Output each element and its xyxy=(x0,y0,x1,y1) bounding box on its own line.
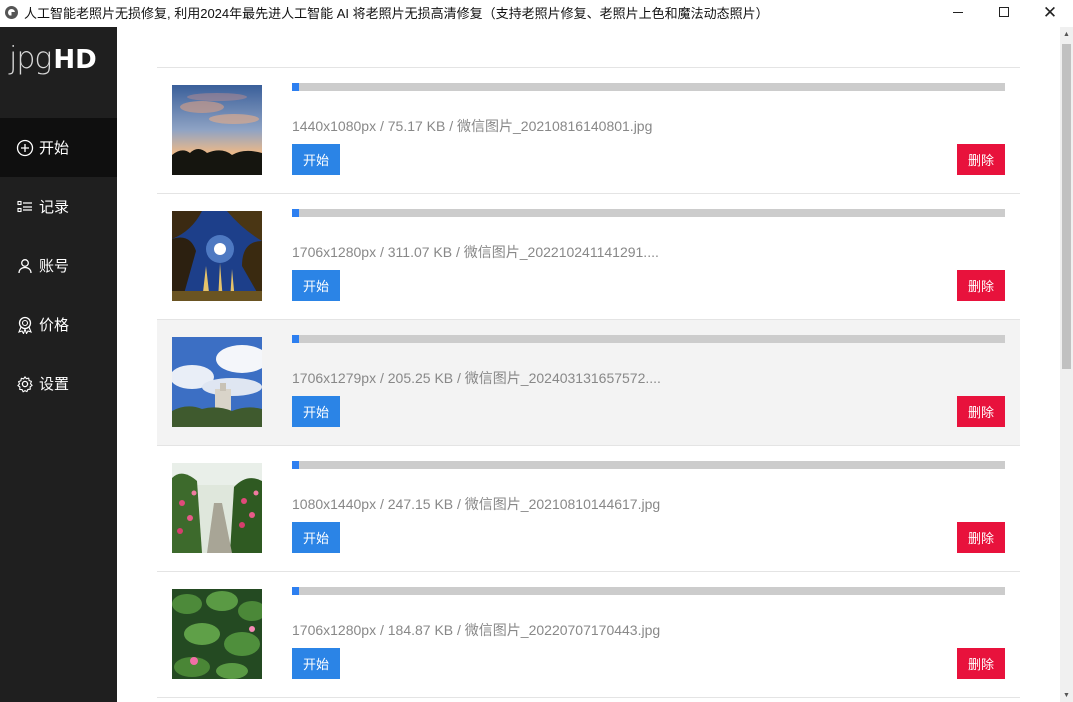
list-item: 1080x1440px / 247.15 KB / 微信图片_202108101… xyxy=(157,446,1020,572)
close-icon: ✕ xyxy=(1042,2,1058,22)
sidebar-nav: 开始 记录 账号 价格 设置 xyxy=(0,118,117,413)
file-list: 1440x1080px / 75.17 KB / 微信图片_2021081614… xyxy=(157,67,1020,698)
delete-button[interactable]: 删除 xyxy=(957,144,1005,175)
sidebar-item-settings[interactable]: 设置 xyxy=(0,354,117,413)
list-icon xyxy=(16,198,34,216)
gear-icon xyxy=(16,375,34,393)
start-button[interactable]: 开始 xyxy=(292,144,340,175)
delete-button[interactable]: 删除 xyxy=(957,396,1005,427)
sidebar-item-account[interactable]: 账号 xyxy=(0,236,117,295)
start-button[interactable]: 开始 xyxy=(292,522,340,553)
vertical-scrollbar[interactable]: ▲ ▼ xyxy=(1060,27,1073,702)
file-info: 1706x1280px / 184.87 KB / 微信图片_202207071… xyxy=(292,622,661,638)
start-button[interactable]: 开始 xyxy=(292,648,340,679)
progress-bar xyxy=(292,587,1005,595)
sidebar-item-price[interactable]: 价格 xyxy=(0,295,117,354)
progress-fill xyxy=(292,209,300,217)
sidebar: jpg HD 开始 记录 账号 价格 设置 xyxy=(0,27,117,702)
progress-fill xyxy=(292,335,300,343)
sidebar-item-label: 设置 xyxy=(39,376,70,393)
progress-bar xyxy=(292,461,1005,469)
sidebar-item-label: 账号 xyxy=(39,258,70,275)
delete-button[interactable]: 删除 xyxy=(957,522,1005,553)
title-bar: 人工智能老照片无损修复, 利用2024年最先进人工智能 AI 将老照片无损高清修… xyxy=(0,0,1073,24)
main-content: 1440x1080px / 75.17 KB / 微信图片_2021081614… xyxy=(117,27,1060,702)
scroll-up-arrow-icon[interactable]: ▲ xyxy=(1060,27,1073,41)
list-item: 1706x1280px / 311.07 KB / 微信图片_202210241… xyxy=(157,194,1020,320)
sidebar-item-label: 开始 xyxy=(39,140,70,157)
start-button[interactable]: 开始 xyxy=(292,396,340,427)
progress-fill xyxy=(292,587,300,595)
delete-button[interactable]: 删除 xyxy=(957,270,1005,301)
sidebar-item-label: 记录 xyxy=(39,199,70,216)
file-info: 1706x1279px / 205.25 KB / 微信图片_202403131… xyxy=(292,370,661,386)
app-logo: jpg HD xyxy=(9,41,97,77)
file-info: 1706x1280px / 311.07 KB / 微信图片_202210241… xyxy=(292,244,659,260)
progress-bar xyxy=(292,335,1005,343)
file-info: 1440x1080px / 75.17 KB / 微信图片_2021081614… xyxy=(292,118,653,134)
progress-fill xyxy=(292,461,300,469)
list-item: 1706x1280px / 184.87 KB / 微信图片_202207071… xyxy=(157,572,1020,698)
logo-text-thin: jpg xyxy=(9,41,52,76)
scroll-thumb[interactable] xyxy=(1062,44,1071,369)
sidebar-item-start[interactable]: 开始 xyxy=(0,118,117,177)
progress-fill xyxy=(292,83,300,91)
maximize-icon xyxy=(999,7,1009,17)
close-button[interactable]: ✕ xyxy=(1027,0,1073,24)
plus-circle-icon xyxy=(16,139,34,157)
sidebar-item-records[interactable]: 记录 xyxy=(0,177,117,236)
list-item: 1706x1279px / 205.25 KB / 微信图片_202403131… xyxy=(157,320,1020,446)
photo-thumbnail[interactable] xyxy=(172,85,262,175)
badge-icon xyxy=(16,316,34,334)
photo-thumbnail[interactable] xyxy=(172,211,262,301)
progress-bar xyxy=(292,209,1005,217)
list-item: 1440x1080px / 75.17 KB / 微信图片_2021081614… xyxy=(157,68,1020,194)
progress-bar xyxy=(292,83,1005,91)
delete-button[interactable]: 删除 xyxy=(957,648,1005,679)
sidebar-item-label: 价格 xyxy=(39,317,70,334)
minimize-button[interactable] xyxy=(935,0,981,24)
photo-thumbnail[interactable] xyxy=(172,337,262,427)
start-button[interactable]: 开始 xyxy=(292,270,340,301)
window-title: 人工智能老照片无损修复, 利用2024年最先进人工智能 AI 将老照片无损高清修… xyxy=(24,5,769,21)
user-icon xyxy=(16,257,34,275)
window-controls: ✕ xyxy=(935,0,1073,24)
minimize-icon xyxy=(953,11,963,13)
scroll-down-arrow-icon[interactable]: ▼ xyxy=(1060,688,1073,702)
logo-text-bold: HD xyxy=(53,45,97,75)
photo-thumbnail[interactable] xyxy=(172,589,262,679)
photo-thumbnail[interactable] xyxy=(172,463,262,553)
maximize-button[interactable] xyxy=(981,0,1027,24)
globe-icon xyxy=(5,5,18,19)
file-info: 1080x1440px / 247.15 KB / 微信图片_202108101… xyxy=(292,496,661,512)
